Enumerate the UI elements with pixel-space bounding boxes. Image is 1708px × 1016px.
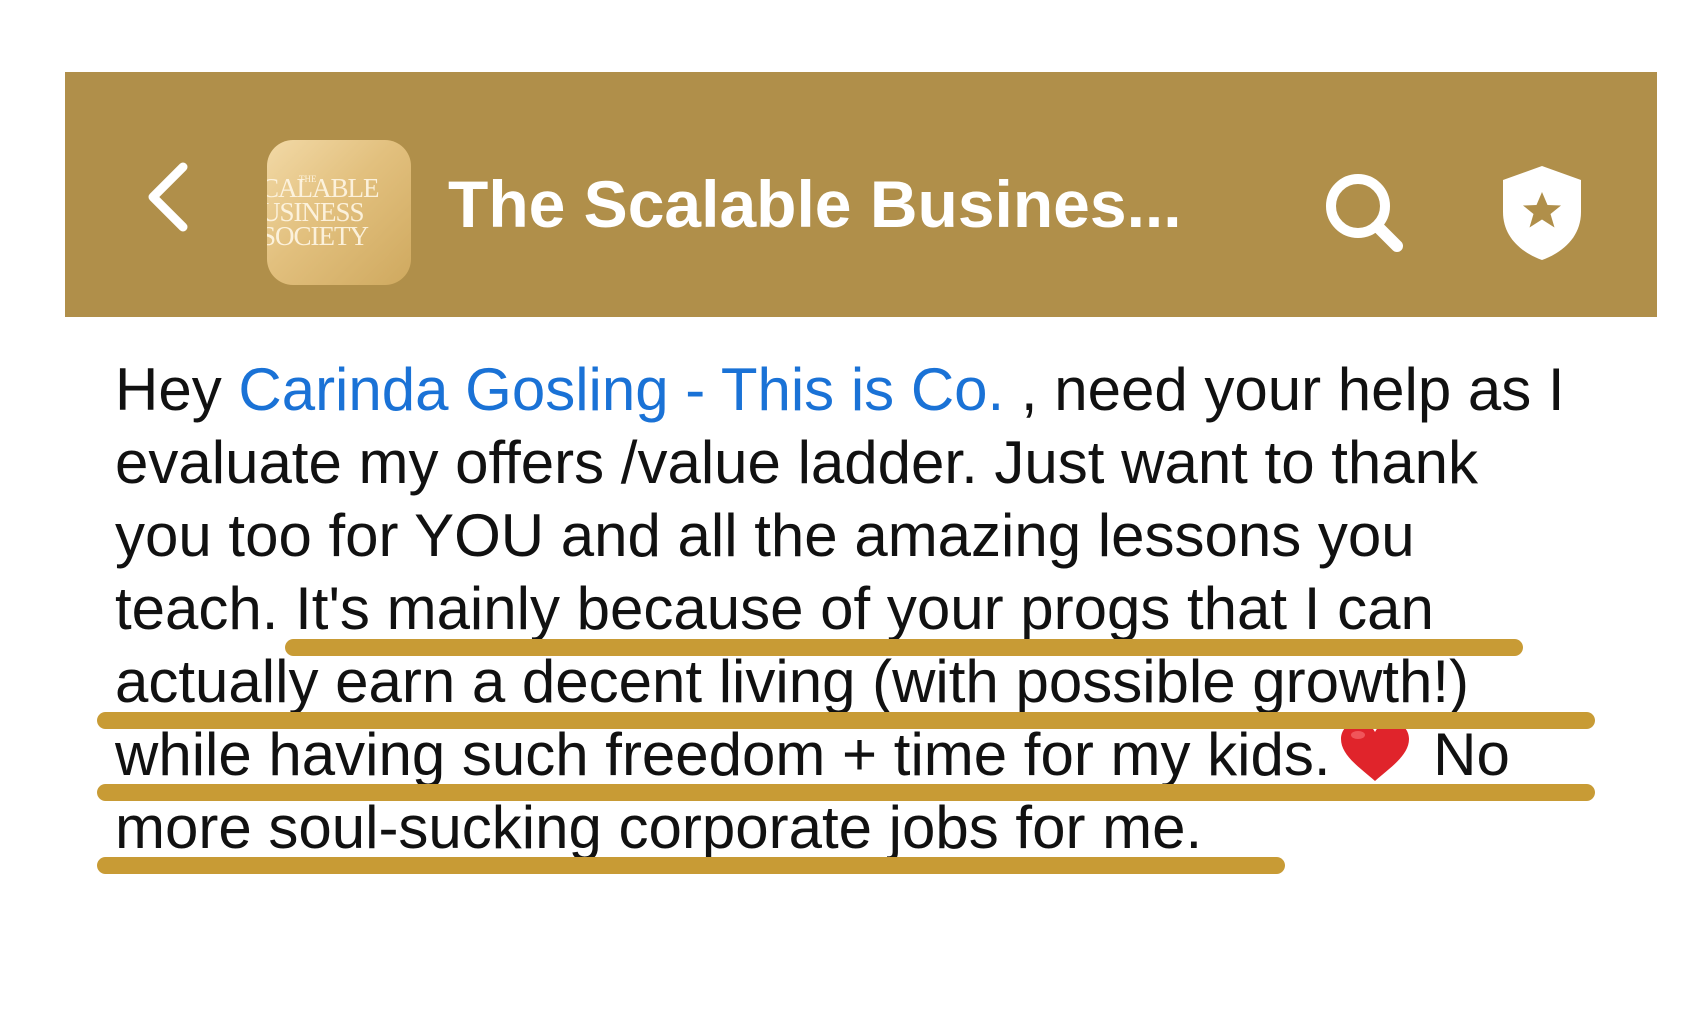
highlight-underline xyxy=(97,784,1595,801)
search-icon xyxy=(1326,174,1403,252)
greeting-text: Hey xyxy=(115,356,239,423)
message-line: Hey Carinda Gosling - This is Co. , need… xyxy=(115,353,1675,426)
admin-badge-button[interactable] xyxy=(1497,162,1587,262)
highlight-underline xyxy=(97,712,1595,729)
search-button[interactable] xyxy=(1320,170,1410,260)
highlight-underline xyxy=(285,639,1523,656)
back-button[interactable] xyxy=(135,157,215,237)
avatar-logo-text: CALABLE USINESS SOCIETY xyxy=(267,173,380,251)
group-title[interactable]: The Scalable Busines... xyxy=(448,164,1182,244)
chevron-left-icon xyxy=(148,162,188,232)
message-text: while having such freedom + time for my … xyxy=(115,721,1331,788)
message-line: teach. It's mainly because of your progs… xyxy=(115,575,1434,642)
group-avatar[interactable]: THE CALABLE USINESS SOCIETY xyxy=(267,140,411,285)
user-mention-link[interactable]: Carinda Gosling - This is Co. xyxy=(238,356,1004,423)
message-text: No xyxy=(1416,721,1510,788)
shield-star-icon xyxy=(1503,166,1581,260)
message-line: evaluate my offers /value ladder. Just w… xyxy=(115,429,1479,496)
message-line: more soul-sucking corporate jobs for me. xyxy=(115,794,1203,861)
heart-emoji-icon xyxy=(1340,722,1409,781)
message-line: you too for YOU and all the amazing less… xyxy=(115,502,1415,569)
app-header: THE CALABLE USINESS SOCIETY The Scalable… xyxy=(65,72,1657,317)
message-text: , need your help as I xyxy=(1004,356,1565,423)
highlight-underline xyxy=(97,857,1285,874)
